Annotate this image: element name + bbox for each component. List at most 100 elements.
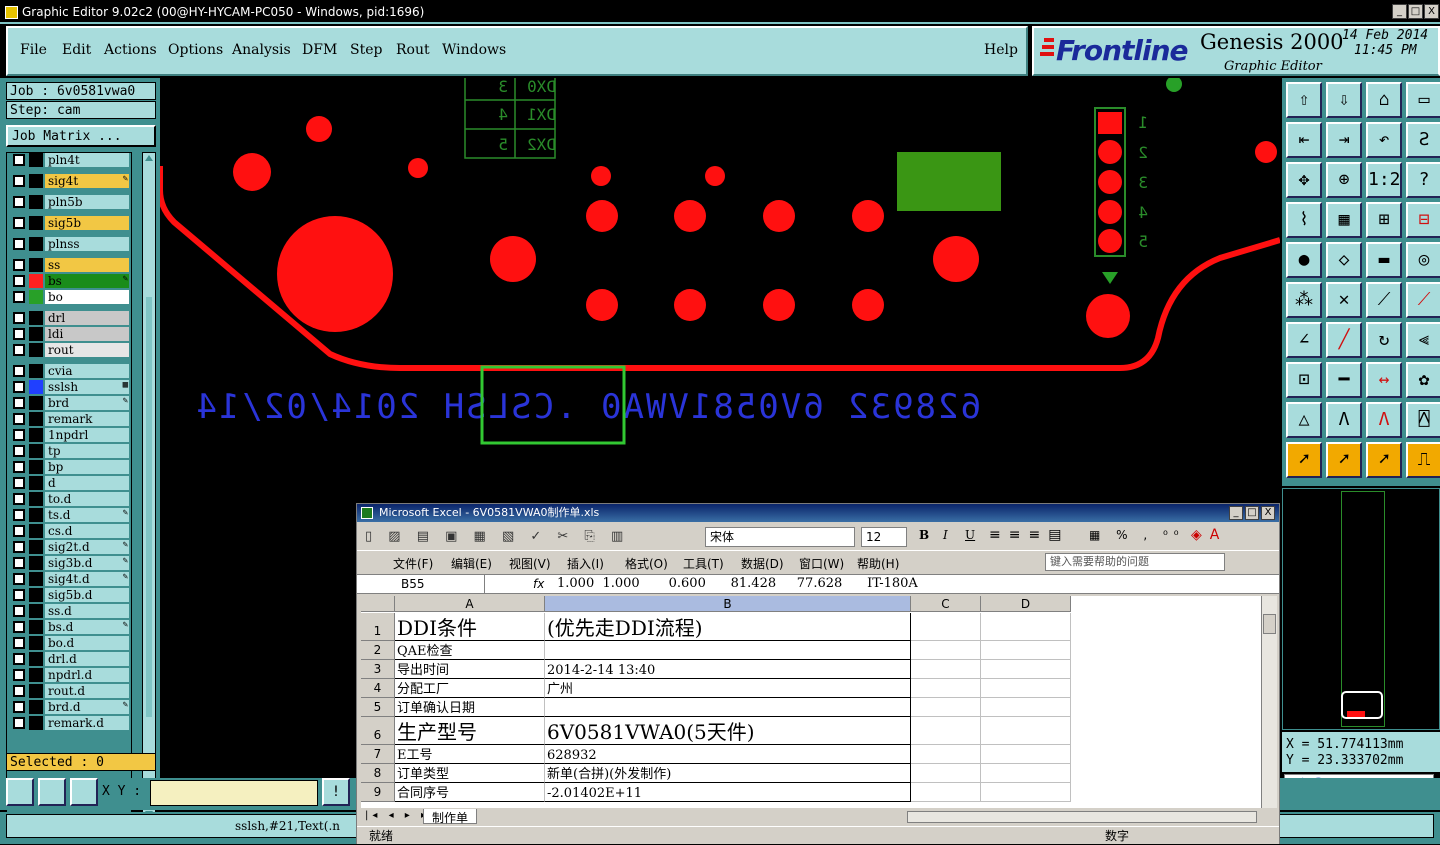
layer-name[interactable]: rout — [45, 343, 129, 357]
window-icon[interactable]: ▭ — [1406, 82, 1440, 118]
layer-name[interactable]: bo — [45, 290, 129, 304]
layer-checkbox[interactable] — [13, 217, 25, 229]
cell-b3[interactable]: 2014-2-14 13:40 — [545, 660, 911, 679]
number-format-icons[interactable]: ▦ % , ⁰⁰ — [1089, 528, 1185, 542]
row-header[interactable]: 8 — [361, 764, 395, 783]
menu-help[interactable]: Help — [984, 42, 1018, 58]
excel-menu-help[interactable]: 帮助(H) — [857, 555, 899, 572]
mini-view[interactable] — [1282, 488, 1440, 730]
cell-empty[interactable] — [911, 745, 981, 764]
move-up-icon[interactable]: ⇧ — [1286, 82, 1322, 118]
pointer-icon[interactable]: ➚ — [1286, 442, 1322, 478]
layer-row[interactable]: pln4t — [9, 153, 131, 167]
layer-checkbox[interactable] — [13, 589, 25, 601]
layer-row[interactable]: cvia — [9, 364, 131, 378]
grid-icon[interactable]: ▦ — [1326, 202, 1362, 238]
name-box[interactable]: B55 — [361, 575, 485, 593]
cell-b7[interactable]: 628932 — [545, 745, 911, 764]
sheet-tab-zhizuodan[interactable]: 制作单 — [423, 809, 478, 825]
layer-color-swatch[interactable] — [29, 684, 43, 698]
cell-empty[interactable] — [981, 717, 1071, 745]
layer-color-swatch[interactable] — [29, 311, 43, 325]
layer-row[interactable]: 1npdrl — [9, 428, 131, 442]
minus-icon[interactable]: ━ — [1326, 362, 1362, 398]
layer-checkbox[interactable] — [13, 669, 25, 681]
center-icon[interactable]: ⊕ — [1326, 162, 1362, 198]
layer-row[interactable]: rout.d — [9, 684, 131, 698]
layer-checkbox[interactable] — [13, 621, 25, 633]
layer-row[interactable]: bo — [9, 290, 131, 304]
circle-icon[interactable]: ◎ — [1406, 242, 1440, 278]
layer-color-swatch[interactable] — [29, 428, 43, 442]
scroll-up-icon[interactable] — [145, 155, 153, 161]
layer-checkbox[interactable] — [13, 525, 25, 537]
layer-color-swatch[interactable] — [29, 396, 43, 410]
cell-a2[interactable]: QAE检查 — [395, 641, 545, 660]
layer-list-scrollbar[interactable] — [142, 152, 156, 822]
underline-icon[interactable]: U — [965, 528, 975, 542]
layer-name[interactable]: drl.d — [45, 652, 129, 666]
layer-row[interactable]: bo.d — [9, 636, 131, 650]
layer-color-swatch[interactable] — [29, 540, 43, 554]
cell-b5[interactable] — [545, 698, 911, 717]
row-header[interactable]: 4 — [361, 679, 395, 698]
layer-checkbox[interactable] — [13, 541, 25, 553]
s-curve-icon[interactable]: Ƨ — [1406, 122, 1440, 158]
layer-name[interactable]: bp — [45, 460, 129, 474]
menu-actions[interactable]: Actions — [104, 42, 157, 58]
layer-row[interactable]: ldi — [9, 327, 131, 341]
layer-color-swatch[interactable] — [29, 716, 43, 730]
move-down-icon[interactable]: ⇩ — [1326, 82, 1362, 118]
layer-color-swatch[interactable] — [29, 476, 43, 490]
layer-checkbox[interactable] — [13, 381, 25, 393]
cell-b4[interactable]: 广州 — [545, 679, 911, 698]
line-icon[interactable]: ╱ — [1326, 322, 1362, 358]
layer-checkbox[interactable] — [13, 509, 25, 521]
select-all-corner[interactable] — [361, 596, 395, 612]
layer-row[interactable]: sig5b — [9, 216, 131, 230]
job-matrix-button[interactable]: Job Matrix ... — [6, 125, 156, 147]
layer-checkbox[interactable] — [13, 605, 25, 617]
cell-b6[interactable]: 6V0581VWA0(5天件) — [545, 717, 911, 745]
column-header-b[interactable]: B — [545, 596, 911, 612]
layer-color-swatch[interactable] — [29, 556, 43, 570]
layer-color-swatch[interactable] — [29, 700, 43, 714]
circle-pointer-icon[interactable]: ➚ — [1366, 442, 1402, 478]
layer-color-swatch[interactable] — [29, 237, 43, 251]
cell-empty[interactable] — [911, 717, 981, 745]
bold-icon[interactable]: B — [919, 528, 929, 542]
cell-a1[interactable]: DDI条件 — [395, 613, 545, 641]
row-header[interactable]: 5 — [361, 698, 395, 717]
nodes-icon[interactable]: ⁂ — [1286, 282, 1322, 318]
angle-icon[interactable]: ∠ — [1286, 322, 1322, 358]
arrow-shape-icon[interactable]: ⍓ — [1406, 402, 1440, 438]
xy-execute-button[interactable]: ! — [322, 778, 350, 806]
menu-rout[interactable]: Rout — [396, 42, 430, 58]
layer-checkbox[interactable] — [13, 701, 25, 713]
cell-a5[interactable]: 订单确认日期 — [395, 698, 545, 717]
layer-name[interactable]: pln4t — [45, 153, 129, 167]
layer-row[interactable]: remark — [9, 412, 131, 426]
row-header[interactable]: 1 — [361, 613, 395, 641]
menu-windows[interactable]: Windows — [442, 42, 506, 58]
excel-menu-insert[interactable]: 插入(I) — [567, 555, 604, 572]
link-red-icon[interactable]: ⟋ — [1406, 282, 1440, 318]
cell-empty[interactable] — [911, 613, 981, 641]
layer-color-swatch[interactable] — [29, 604, 43, 618]
layer-color-swatch[interactable] — [29, 652, 43, 666]
layer-name[interactable]: ts.d — [45, 508, 129, 522]
layer-checkbox[interactable] — [13, 637, 25, 649]
scale-icon[interactable]: 1:2 — [1366, 162, 1402, 198]
layer-color-swatch[interactable] — [29, 412, 43, 426]
layer-row[interactable]: brd.d ✎ — [9, 700, 131, 714]
excel-close-button[interactable]: X — [1261, 506, 1275, 520]
maximize-button[interactable]: □ — [1408, 4, 1423, 19]
layer-checkbox[interactable] — [13, 413, 25, 425]
row-header[interactable]: 2 — [361, 641, 395, 660]
standard-toolbar-icons[interactable]: ▯ ▨ ▤ ▣ ▦ ▧ ✓ ✂ ⎘ ▥ — [365, 529, 629, 544]
move-right-icon[interactable]: ⇥ — [1326, 122, 1362, 158]
layer-color-swatch[interactable] — [29, 380, 43, 394]
layer-name[interactable]: sig4t — [45, 174, 129, 188]
layer-color-swatch[interactable] — [29, 636, 43, 650]
layer-checkbox[interactable] — [13, 154, 25, 166]
